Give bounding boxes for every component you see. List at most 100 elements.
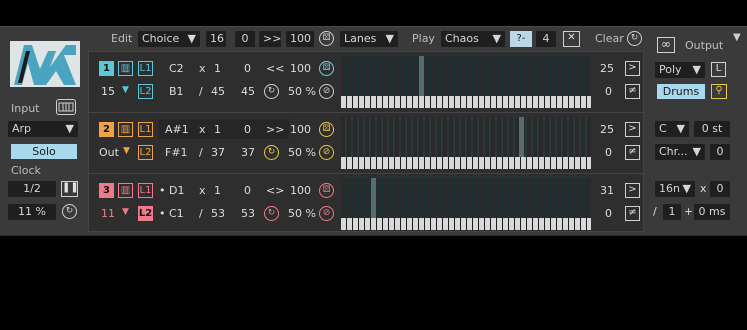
lane-right-value-2[interactable]: 0 [605, 146, 612, 159]
piano-icon[interactable]: ▥ [118, 122, 133, 137]
lane-direction[interactable]: << [266, 62, 284, 75]
lane-l2-button[interactable]: L2 [138, 206, 153, 221]
edit-shift-button[interactable]: >> [259, 31, 281, 47]
edit-value-3[interactable]: 100 [286, 31, 314, 47]
lane-piano-roll[interactable] [341, 117, 591, 169]
chevron-down-icon[interactable]: ▼ [122, 207, 129, 217]
lane-not-equal-button[interactable]: ≠ [625, 145, 640, 160]
solo-button[interactable]: Solo [11, 144, 77, 159]
piano-roll-grid[interactable] [341, 56, 591, 96]
lane-note-1[interactable]: A#1 [165, 123, 189, 136]
root-note-select[interactable]: C ▼ [655, 121, 689, 137]
chevron-down-icon[interactable]: ▼ [123, 146, 130, 156]
transpose-field[interactable]: 0 st [694, 121, 730, 137]
triangle-down-icon[interactable]: ▼ [733, 32, 741, 43]
clock-rate-field[interactable]: 1/2 [8, 181, 56, 197]
clear-icon[interactable]: ⊘ [319, 206, 334, 221]
play-value[interactable]: 4 [536, 31, 556, 47]
edit-mode-select[interactable]: Choice ▼ [138, 31, 200, 47]
reset-icon[interactable]: ↻ [264, 206, 279, 221]
play-question-button[interactable]: ?- [510, 31, 532, 47]
lane-value-1[interactable]: 1 [214, 123, 221, 136]
lane-value-2[interactable]: 0 [244, 123, 251, 136]
pin-icon[interactable]: ⚲ [711, 84, 727, 99]
lane-number[interactable]: 2 [99, 122, 114, 137]
piano-roll-grid[interactable] [341, 178, 591, 218]
piano-keys[interactable] [341, 218, 591, 230]
lane-length-2[interactable]: 37 [241, 146, 255, 159]
lane-length[interactable]: 53 [211, 207, 225, 220]
pause-icon[interactable]: ❚❚ [61, 181, 79, 197]
piano-roll-cell[interactable] [519, 117, 524, 157]
lane-count[interactable]: Out [99, 146, 119, 159]
clear-icon[interactable]: ⊘ [319, 84, 334, 99]
view-mode-select[interactable]: Lanes ▼ [340, 31, 398, 47]
lane-length[interactable]: 45 [211, 85, 225, 98]
piano-icon[interactable]: ▥ [118, 183, 133, 198]
lane-probability[interactable]: 50 % [288, 85, 316, 98]
lane-l2-button[interactable]: L2 [138, 84, 153, 99]
chevron-down-icon[interactable]: ▼ [122, 85, 129, 95]
piano-roll-cell[interactable] [371, 178, 376, 218]
piano-roll-cell[interactable] [419, 56, 424, 96]
reset-icon[interactable]: ↻ [264, 145, 279, 160]
piano-keys[interactable] [341, 157, 591, 169]
lane-piano-roll[interactable] [341, 56, 591, 108]
reset-icon[interactable]: ↻ [627, 31, 642, 46]
piano-icon[interactable]: ▥ [118, 61, 133, 76]
lane-direction[interactable]: >> [266, 123, 284, 136]
lane-velocity[interactable]: 100 [290, 123, 311, 136]
lane-value-1[interactable]: 1 [214, 62, 221, 75]
lane-value-1[interactable]: 1 [214, 184, 221, 197]
shuffle-icon[interactable]: ✕ [563, 31, 580, 47]
lane-count[interactable]: 11 [101, 207, 115, 220]
lane-not-equal-button[interactable]: ≠ [625, 206, 640, 221]
piano-icon[interactable] [56, 99, 76, 115]
lane-value-2[interactable]: 0 [244, 62, 251, 75]
lane-forward-button[interactable]: > [625, 122, 640, 137]
clear-icon[interactable]: ⊘ [319, 145, 334, 160]
lane-length[interactable]: 37 [211, 146, 225, 159]
scale-select[interactable]: Chr... ▼ [655, 144, 705, 160]
drums-button[interactable]: Drums [657, 84, 705, 99]
rate-select[interactable]: 16n ▼ [655, 181, 695, 197]
dice-icon[interactable]: ⚄ [319, 31, 334, 46]
lane-l1-button[interactable]: L1 [138, 61, 153, 76]
rate-multiplier-value[interactable]: 0 [710, 181, 730, 197]
delay-field[interactable]: 0 ms [694, 204, 730, 220]
lane-probability[interactable]: 50 % [288, 146, 316, 159]
clock-swing-field[interactable]: 11 % [8, 204, 56, 220]
voice-mode-select[interactable]: Poly ▼ [655, 62, 705, 78]
lane-l1-button[interactable]: L1 [138, 122, 153, 137]
dice-icon[interactable]: ⚄ [319, 183, 334, 198]
lane-piano-roll[interactable] [341, 178, 591, 230]
lane-forward-button[interactable]: > [625, 183, 640, 198]
lane-l2-button[interactable]: L2 [138, 145, 153, 160]
lane-l1-button[interactable]: L1 [138, 183, 153, 198]
lane-note-1[interactable]: • D1 [159, 184, 184, 197]
piano-roll-grid[interactable] [341, 117, 591, 157]
lane-number[interactable]: 1 [99, 61, 114, 76]
edit-value-1[interactable]: 16 [206, 31, 226, 47]
play-mode-select[interactable]: Chaos ▼ [441, 31, 505, 47]
lane-note-2[interactable]: F#1 [165, 146, 188, 159]
input-mode-select[interactable]: Arp ▼ [8, 121, 78, 137]
lane-velocity[interactable]: 100 [290, 62, 311, 75]
lane-right-value-1[interactable]: 25 [600, 123, 614, 136]
lane-probability[interactable]: 50 % [288, 207, 316, 220]
lane-length-2[interactable]: 45 [241, 85, 255, 98]
lane-not-equal-button[interactable]: ≠ [625, 84, 640, 99]
voice-l-button[interactable]: L [711, 62, 726, 77]
lane-count[interactable]: 15 [101, 85, 115, 98]
lane-velocity[interactable]: 100 [290, 184, 311, 197]
edit-value-2[interactable]: 0 [235, 31, 255, 47]
lane-length-2[interactable]: 53 [241, 207, 255, 220]
division-value[interactable]: 1 [663, 204, 681, 220]
scale-value-field[interactable]: 0 [710, 144, 730, 160]
lane-number[interactable]: 3 [99, 183, 114, 198]
piano-keys[interactable] [341, 96, 591, 108]
lane-right-value-2[interactable]: 0 [605, 207, 612, 220]
dice-icon[interactable]: ⚄ [319, 61, 334, 76]
lane-note-2[interactable]: • C1 [159, 207, 184, 220]
lane-right-value-2[interactable]: 0 [605, 85, 612, 98]
